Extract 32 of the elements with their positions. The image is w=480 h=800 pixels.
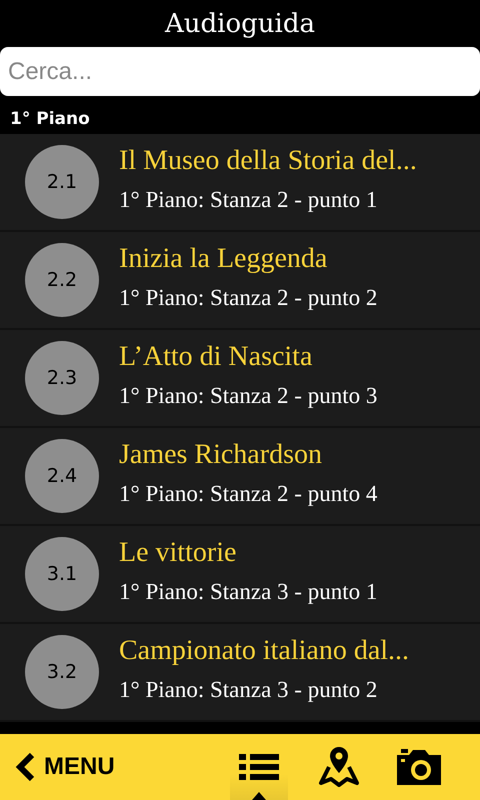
list-item[interactable]: 2.3 L’Atto di Nascita 1° Piano: Stanza 2 - punto 3 xyxy=(0,330,480,428)
number-badge: 2.1 xyxy=(25,145,99,219)
number-badge: 3.2 xyxy=(25,635,99,709)
list-item[interactable]: 2.2 Inizia la Leggenda 1° Piano: Stanza 2 - punto 2 xyxy=(0,232,480,330)
item-title: Campionato italiano dal... xyxy=(119,635,410,667)
section-title: 1° Piano xyxy=(10,109,90,129)
item-subtitle: 1° Piano: Stanza 2 - punto 3 xyxy=(119,383,378,409)
list-item[interactable]: 2.4 James Richardson 1° Piano: Stanza 2 - punto 4 xyxy=(0,428,480,526)
selection-pointer-icon xyxy=(252,792,266,800)
number-badge: 2.3 xyxy=(25,341,99,415)
list-item[interactable]: 3.2 Campionato italiano dal... 1° Piano: Stanza 3 - punto 2 xyxy=(0,624,480,722)
list-item[interactable]: 3.1 Le vittorie 1° Piano: Stanza 3 - punto 1 xyxy=(0,526,480,624)
item-title: Il Museo della Storia del... xyxy=(119,145,417,177)
camera-icon xyxy=(397,749,441,785)
item-title: L’Atto di Nascita xyxy=(119,341,314,373)
menu-button[interactable]: MENU xyxy=(0,752,220,782)
screen-title: Audioguida xyxy=(165,8,315,38)
item-subtitle: 1° Piano: Stanza 2 - punto 4 xyxy=(119,481,378,507)
chevron-left-icon xyxy=(14,752,36,782)
item-subtitle: 1° Piano: Stanza 2 - punto 1 xyxy=(119,187,378,213)
list-item[interactable]: 2.1 Il Museo della Storia del... 1° Piano: Stanza 2 - punto 1 xyxy=(0,134,480,232)
item-title: Inizia la Leggenda xyxy=(119,243,328,275)
item-subtitle: 1° Piano: Stanza 2 - punto 2 xyxy=(119,285,378,311)
list-icon xyxy=(239,752,279,782)
number-badge: 3.1 xyxy=(25,537,99,611)
item-subtitle: 1° Piano: Stanza 3 - punto 1 xyxy=(119,579,378,605)
search-field[interactable]: Cerca... xyxy=(0,47,480,96)
item-title: Le vittorie xyxy=(119,537,238,569)
item-subtitle: 1° Piano: Stanza 3 - punto 2 xyxy=(119,677,378,703)
number-badge: 2.4 xyxy=(25,439,99,513)
item-title: James Richardson xyxy=(119,439,323,471)
number-badge: 2.2 xyxy=(25,243,99,317)
